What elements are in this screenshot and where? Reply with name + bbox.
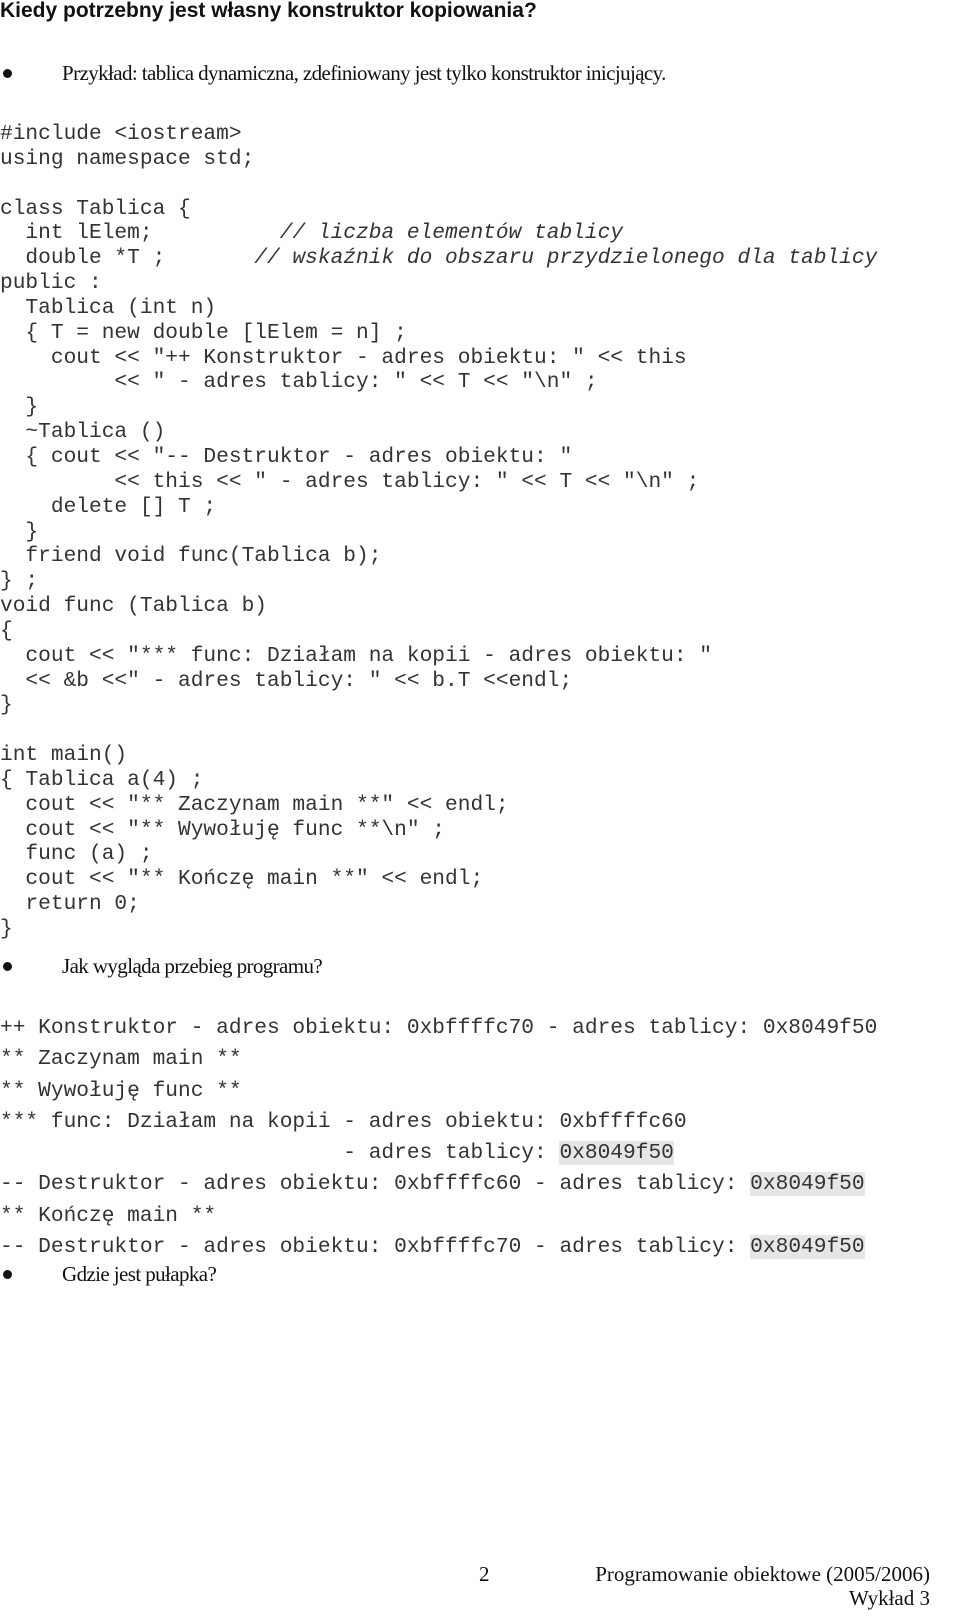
code-text: << this << " - adres tablicy: " << T << …: [0, 469, 700, 494]
code-text: cout << "*** func: Działam na kopii - ad…: [0, 643, 713, 668]
code-line: void func (Tablica b): [0, 594, 877, 619]
code-line: { Tablica a(4) ;: [0, 768, 877, 793]
code-line: cout << "** Kończę main **" << endl;: [0, 867, 877, 892]
code-text: { cout << "-- Destruktor - adres obiektu…: [0, 444, 573, 469]
output-line: ++ Konstruktor - adres obiektu: 0xbffffc…: [0, 1013, 877, 1044]
code-line: Tablica (int n): [0, 296, 877, 321]
bullet-icon: [3, 69, 12, 78]
code-text: {: [0, 618, 13, 643]
code-line: { cout << "-- Destruktor - adres obiektu…: [0, 445, 877, 470]
highlighted-address: 0x8049f50: [750, 1235, 865, 1260]
code-text: delete [] T ;: [0, 494, 217, 519]
page-number: 2: [479, 1562, 490, 1586]
code-line: int lElem; // liczba elementów tablicy: [0, 221, 877, 246]
code-text: cout << "** Zaczynam main **" << endl;: [0, 792, 509, 817]
code-text: public :: [0, 271, 102, 296]
code-line: {: [0, 619, 877, 644]
code-text: }: [0, 693, 13, 718]
code-text: int main(): [0, 743, 128, 768]
code-line: ~Tablica (): [0, 420, 877, 445]
code-line: { T = new double [lElem = n] ;: [0, 321, 877, 346]
output-line: -- Destruktor - adres obiektu: 0xbffffc6…: [0, 1169, 877, 1200]
code-text: return 0;: [0, 892, 140, 917]
code-text: class Tablica {: [0, 196, 191, 221]
code-line: public :: [0, 271, 877, 296]
highlighted-address: 0x8049f50: [750, 1172, 865, 1197]
code-comment: // liczba elementów tablicy: [279, 221, 624, 246]
code-text: #include <iostream>: [0, 122, 242, 146]
bullet-question-text: Jak wygląda przebieg programu?: [62, 954, 323, 978]
output-line: ** Zaczynam main **: [0, 1044, 877, 1075]
output-line: -- Destruktor - adres obiektu: 0xbffffc7…: [0, 1232, 877, 1263]
code-text: }: [0, 395, 39, 420]
code-text: ~Tablica (): [0, 420, 166, 445]
bullet-example-text: Przykład: tablica dynamiczna, zdefiniowa…: [62, 61, 666, 85]
code-line: << &b <<" - adres tablicy: " << b.T <<en…: [0, 669, 877, 694]
code-listing: #include <iostream> using namespace std; c…: [0, 122, 877, 942]
code-line: return 0;: [0, 892, 877, 917]
code-text: void func (Tablica b): [0, 594, 268, 619]
program-output: ++ Konstruktor - adres obiektu: 0xbffffc…: [0, 1013, 877, 1263]
code-text: } ;: [0, 569, 39, 594]
code-text: func (a) ;: [0, 842, 153, 867]
page-title: Kiedy potrzebny jest własny konstruktor …: [0, 0, 537, 22]
footer-lecture: Wykład 3: [849, 1586, 930, 1610]
output-line: ** Wywołuję func **: [0, 1076, 877, 1107]
output-text: ** Zaczynam main **: [0, 1047, 242, 1072]
code-line: int main(): [0, 743, 877, 768]
code-line: }: [0, 693, 877, 718]
address: 0x8049f50: [762, 1016, 878, 1040]
code-text: using namespace std;: [0, 146, 255, 171]
code-text: << " - adres tablicy: " << T << "\n" ;: [0, 370, 598, 395]
code-line: } ;: [0, 569, 877, 594]
code-line: #include <iostream>: [0, 122, 877, 147]
bullet-icon: [3, 962, 12, 971]
output-line: - adres tablicy: 0x8049f50: [0, 1138, 877, 1169]
output-text: ++ Konstruktor - adres obiektu: 0xbffffc…: [0, 1016, 763, 1040]
output-text: - adres tablicy:: [0, 1141, 560, 1166]
output-text: ** Kończę main **: [0, 1203, 217, 1228]
code-text: { T = new double [lElem = n] ;: [0, 320, 407, 345]
bullet-icon: [3, 1270, 12, 1279]
footer-course: Programowanie obiektowe (2005/2006): [595, 1562, 930, 1586]
output-text: *** func: Działam na kopii - adres obiek…: [0, 1109, 687, 1134]
output-text: ** Wywołuję func **: [0, 1078, 242, 1103]
code-text: int lElem;: [0, 221, 280, 246]
code-line: cout << "++ Konstruktor - adres obiektu:…: [0, 346, 877, 371]
code-line: cout << "** Wywołuję func **\n" ;: [0, 818, 877, 843]
code-text: Tablica (int n): [0, 295, 217, 320]
code-text: cout << "** Wywołuję func **\n" ;: [0, 817, 446, 842]
bullet-trap-text: Gdzie jest pułapka?: [62, 1262, 217, 1286]
code-text: double *T ;: [0, 246, 255, 271]
highlighted-address: 0x8049f50: [559, 1141, 674, 1166]
code-text: { Tablica a(4) ;: [0, 767, 204, 792]
code-line: cout << "*** func: Działam na kopii - ad…: [0, 644, 877, 669]
code-line: }: [0, 395, 877, 420]
code-text: cout << "** Kończę main **" << endl;: [0, 867, 484, 892]
code-line: }: [0, 917, 877, 942]
code-line: class Tablica {: [0, 197, 877, 222]
code-text: }: [0, 519, 39, 544]
output-line: ** Kończę main **: [0, 1201, 877, 1232]
code-text: << &b <<" - adres tablicy: " << b.T <<en…: [0, 668, 573, 693]
code-line: cout << "** Zaczynam main **" << endl;: [0, 793, 877, 818]
code-text: cout << "++ Konstruktor - adres obiektu:…: [0, 345, 687, 370]
code-line: func (a) ;: [0, 842, 877, 867]
code-text: friend void func(Tablica b);: [0, 544, 382, 569]
code-line: using namespace std;: [0, 147, 877, 172]
code-line: double *T ; // wskaźnik do obszaru przyd…: [0, 246, 877, 271]
code-line: delete [] T ;: [0, 495, 877, 520]
output-text: -- Destruktor - adres obiektu: 0xbffffc6…: [0, 1172, 751, 1197]
footer-course-info: Programowanie obiektowe (2005/2006) Wykł…: [595, 1562, 930, 1610]
code-line: }: [0, 520, 877, 545]
code-line: << " - adres tablicy: " << T << "\n" ;: [0, 370, 877, 395]
code-comment: // wskaźnik do obszaru przydzielonego dl…: [254, 246, 878, 271]
code-text: }: [0, 917, 13, 941]
code-line: friend void func(Tablica b);: [0, 544, 877, 569]
output-line: *** func: Działam na kopii - adres obiek…: [0, 1107, 877, 1138]
output-text: -- Destruktor - adres obiektu: 0xbffffc7…: [0, 1235, 751, 1260]
code-line: << this << " - adres tablicy: " << T << …: [0, 470, 877, 495]
